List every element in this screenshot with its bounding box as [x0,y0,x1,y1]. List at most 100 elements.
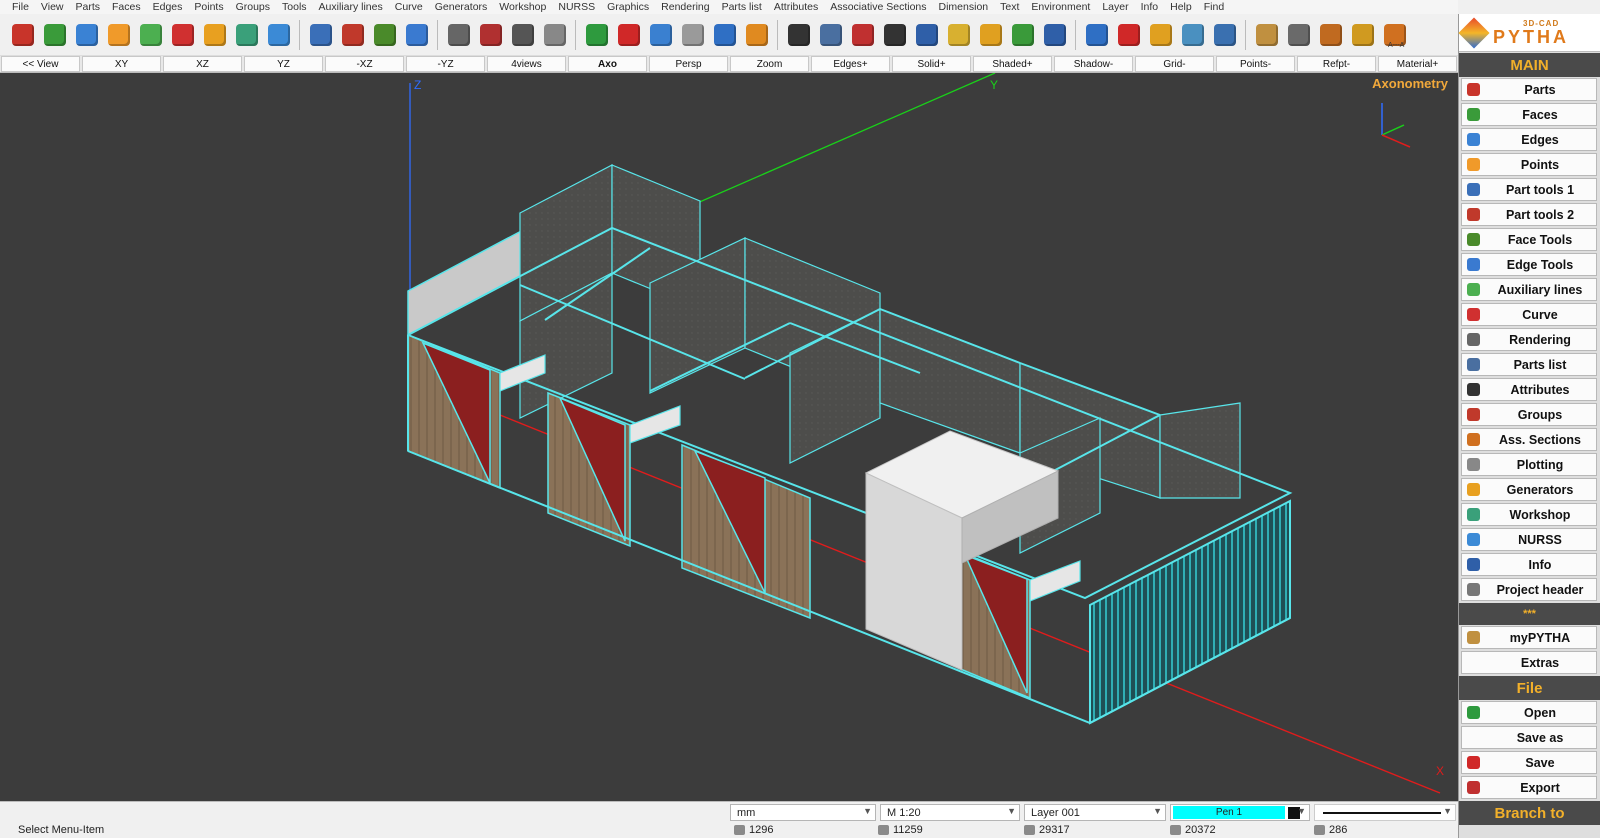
menu-points[interactable]: Points [188,1,229,13]
menu-file[interactable]: File [6,1,35,13]
import-tool-button[interactable] [582,18,611,52]
menu-edges[interactable]: Edges [147,1,189,13]
panel-button-part-tools-1[interactable]: Part tools 1 [1461,178,1597,201]
curve-tool-button[interactable] [168,18,197,52]
scale-select[interactable]: M 1:20 ▼ [880,804,1020,821]
camera-tool-button[interactable] [444,18,473,52]
drop-tool-button[interactable] [646,18,675,52]
undo-tool-button[interactable] [710,18,739,52]
panel-button-edges[interactable]: Edges [1461,128,1597,151]
menu-environment[interactable]: Environment [1025,1,1096,13]
menu-groups[interactable]: Groups [230,1,276,13]
menu-faces[interactable]: Faces [106,1,147,13]
view-button-persp[interactable]: Persp [649,56,728,72]
panel-button-groups[interactable]: Groups [1461,403,1597,426]
stack-tool-button[interactable] [1178,18,1207,52]
info-tool-button[interactable] [1040,18,1069,52]
copy-tool-button[interactable] [1210,18,1239,52]
view-button-shaded-[interactable]: Shaded+ [973,56,1052,72]
edges-tool-button[interactable] [72,18,101,52]
render-tool-button[interactable] [476,18,505,52]
export-tool-button[interactable] [614,18,643,52]
part-tools-2-tool-button[interactable] [338,18,367,52]
points-tool-button[interactable] [104,18,133,52]
view-button-grid-[interactable]: Grid- [1135,56,1214,72]
plane-tool-button[interactable] [1316,18,1345,52]
panel-button-auxiliary-lines[interactable]: Auxiliary lines [1461,278,1597,301]
panel-button-parts[interactable]: Parts [1461,78,1597,101]
generators-tool-button[interactable] [200,18,229,52]
menu-nurss[interactable]: NURSS [552,1,601,13]
document-tool-button[interactable] [912,18,941,52]
panel-button-export[interactable]: Export [1461,776,1597,799]
tree-tool-button[interactable] [1008,18,1037,52]
hatch-tool-button[interactable] [944,18,973,52]
view-button-zoom[interactable]: Zoom [730,56,809,72]
menu-parts-list[interactable]: Parts list [716,1,768,13]
menu-parts[interactable]: Parts [70,1,107,13]
view-button--xz[interactable]: -XZ [325,56,404,72]
face-tools-tool-button[interactable] [370,18,399,52]
menu-help[interactable]: Help [1164,1,1198,13]
view-button-refpt-[interactable]: Refpt- [1297,56,1376,72]
view-button-yz[interactable]: YZ [244,56,323,72]
panel-button-face-tools[interactable]: Face Tools [1461,228,1597,251]
nurss-tool-button[interactable] [264,18,293,52]
panel-button-part-tools-2[interactable]: Part tools 2 [1461,203,1597,226]
panel-button-faces[interactable]: Faces [1461,103,1597,126]
menu-curve[interactable]: Curve [389,1,429,13]
panel-button-mypytha[interactable]: myPYTHA [1461,626,1597,649]
panel-button-open[interactable]: Open [1461,701,1597,724]
panel-button-plotting[interactable]: Plotting [1461,453,1597,476]
line-style-select[interactable]: ▼ [1314,804,1456,821]
workshop-tool-button[interactable] [1252,18,1281,52]
3d-viewport[interactable]: Z Y X Axonometry [0,73,1458,801]
menu-info[interactable]: Info [1135,1,1165,13]
view-button-shadow-[interactable]: Shadow- [1054,56,1133,72]
panel-button-edge-tools[interactable]: Edge Tools [1461,253,1597,276]
menu-workshop[interactable]: Workshop [493,1,552,13]
auxiliary-lines-tool-button[interactable] [136,18,165,52]
view-button-axo[interactable]: Axo [568,56,647,72]
menu-find[interactable]: Find [1198,1,1230,13]
parts-tool-button[interactable] [8,18,37,52]
menu-auxiliary-lines[interactable]: Auxiliary lines [313,1,389,13]
edge-tools-tool-button[interactable] [402,18,431,52]
view-button-edges-[interactable]: Edges+ [811,56,890,72]
menu-associative-sections[interactable]: Associative Sections [824,1,932,13]
panel-button-save[interactable]: Save [1461,751,1597,774]
panel-button-save-as[interactable]: Save as [1461,726,1597,749]
drill-tool-button[interactable] [232,18,261,52]
pen-lines-tool-button[interactable] [848,18,877,52]
view-button-solid-[interactable]: Solid+ [892,56,971,72]
view-button--view[interactable]: << View [1,56,80,72]
delete-tool-button[interactable] [1114,18,1143,52]
layers-tool-button[interactable] [976,18,1005,52]
dimension-tool-button[interactable] [880,18,909,52]
menu-rendering[interactable]: Rendering [655,1,715,13]
part-tools-tool-button[interactable] [306,18,335,52]
view-button-material-[interactable]: Material+ [1378,56,1457,72]
cup-tool-button[interactable] [678,18,707,52]
menu-graphics[interactable]: Graphics [601,1,655,13]
menu-generators[interactable]: Generators [429,1,494,13]
printer-tool-button[interactable] [540,18,569,52]
view-button--yz[interactable]: -YZ [406,56,485,72]
grinder-tool-button[interactable] [1348,18,1377,52]
menu-layer[interactable]: Layer [1096,1,1134,13]
menu-text[interactable]: Text [994,1,1025,13]
panel-button-workshop[interactable]: Workshop [1461,503,1597,526]
panel-button-attributes[interactable]: Attributes [1461,378,1597,401]
parts-list-tool-button[interactable] [816,18,845,52]
menu-dimension[interactable]: Dimension [933,1,995,13]
panel-button-nurss[interactable]: NURSS [1461,528,1597,551]
units-select[interactable]: mm ▼ [730,804,876,821]
panel-button-rendering[interactable]: Rendering [1461,328,1597,351]
panel-button-generators[interactable]: Generators [1461,478,1597,501]
panel-button-points[interactable]: Points [1461,153,1597,176]
layer-select[interactable]: Layer 001 ▼ [1024,804,1166,821]
redo-tool-button[interactable] [742,18,771,52]
view-button-xy[interactable]: XY [82,56,161,72]
move-tool-button[interactable] [1146,18,1175,52]
panel-button-curve[interactable]: Curve [1461,303,1597,326]
